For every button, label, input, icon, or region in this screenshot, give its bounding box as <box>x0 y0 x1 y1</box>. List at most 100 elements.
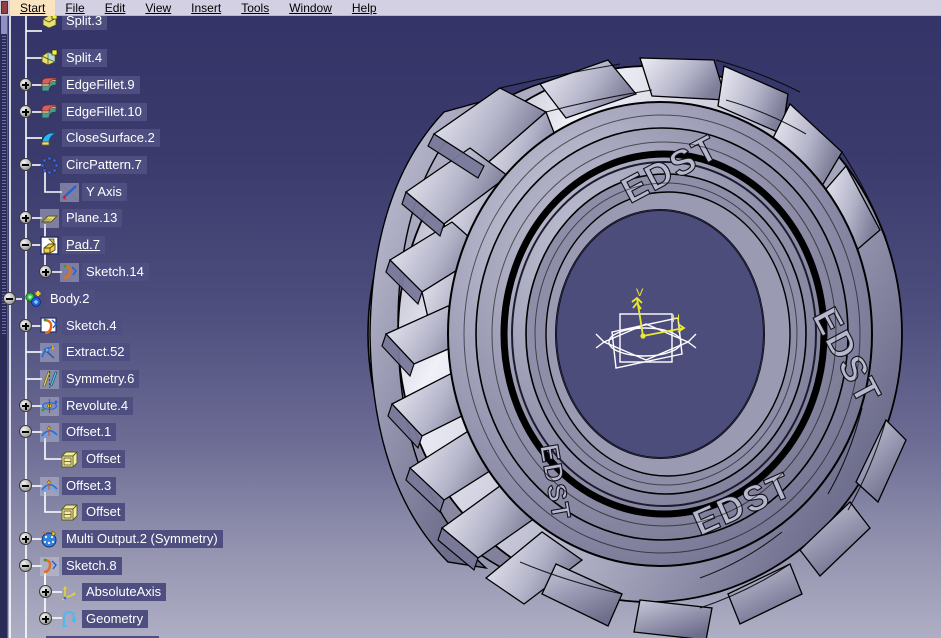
tree-node-pad-7[interactable]: Pad.7 <box>40 234 105 256</box>
tree-node-sketch-14[interactable]: Sketch.14 <box>60 261 149 283</box>
menu-item-window[interactable]: Window <box>279 0 342 16</box>
pad-icon <box>40 235 59 255</box>
tree-node-label: Y Axis <box>82 183 127 201</box>
menu-item-start[interactable]: Start <box>10 0 56 16</box>
offsetbox-icon <box>60 450 79 469</box>
tree-node-geometrical-set-2[interactable]: Geometrical Set.2 <box>24 634 160 638</box>
tree-node-multi-output-2[interactable]: Multi Output.2 (Symmetry) <box>40 528 223 550</box>
tree-toggle-edgefillet-9[interactable] <box>19 78 32 91</box>
tree-node-label: Geometry <box>82 610 149 628</box>
offset-icon <box>40 476 59 496</box>
tree-toggle-sketch-4[interactable] <box>19 319 32 332</box>
tree-node-label: Body.2 <box>46 290 95 308</box>
offsetbox-icon <box>60 503 79 522</box>
circpattern-icon <box>40 156 59 175</box>
split-icon <box>40 49 59 68</box>
menu-item-insert-label: Insert <box>191 0 222 15</box>
tree-node-label: Offset.1 <box>62 423 117 441</box>
tree-toggle-body-2[interactable] <box>3 292 16 305</box>
tree-node-label: Symmetry.6 <box>62 370 140 388</box>
tree-node-offset-1[interactable]: Offset.1 <box>40 421 117 443</box>
tree-node-label: Offset.3 <box>62 477 117 495</box>
tree-toggle-offset-3[interactable] <box>19 479 32 492</box>
tree-node-y-axis[interactable]: Y Axis <box>60 181 127 203</box>
tree-node-label: Offset <box>82 503 126 521</box>
tree-toggle-circpattern-7[interactable] <box>19 158 32 171</box>
tree-node-label: CloseSurface.2 <box>62 129 160 147</box>
tree-node-label: AbsoluteAxis <box>82 583 167 601</box>
sketch-icon <box>40 556 59 576</box>
closesurface-icon <box>40 129 59 148</box>
menu-item-help[interactable]: Help <box>342 0 387 16</box>
tree-node-symmetry-6[interactable]: Symmetry.6 <box>40 368 140 390</box>
menu-item-edit-label: Edit <box>104 0 126 15</box>
tree-node-edgefillet-9[interactable]: EdgeFillet.9 <box>40 74 140 96</box>
menu-item-edit[interactable]: Edit <box>95 0 136 16</box>
tree-node-edgefillet-10[interactable]: EdgeFillet.10 <box>40 101 147 123</box>
menu-item-view-label: View <box>145 0 172 15</box>
edgefillet-icon <box>40 76 59 95</box>
tree-toggle-pad-7[interactable] <box>19 238 32 251</box>
body-icon <box>24 290 43 309</box>
tree-node-split-4[interactable]: Split.4 <box>40 47 108 69</box>
tree-node-geometry[interactable]: Geometry <box>60 608 149 630</box>
tree-node-sketch-8[interactable]: Sketch.8 <box>40 555 122 577</box>
tree-node-label: Sketch.8 <box>62 557 122 575</box>
tree-toggle-revolute-4[interactable] <box>19 399 32 412</box>
menu-item-file[interactable]: File <box>55 0 94 16</box>
menu-item-insert[interactable]: Insert <box>181 0 231 16</box>
tree-node-closesurface-2[interactable]: CloseSurface.2 <box>40 127 160 149</box>
tree-node-label: Revolute.4 <box>62 397 134 415</box>
sketch-icon <box>60 262 79 282</box>
tree-node-plane-13[interactable]: Plane.13 <box>40 207 123 229</box>
tree-node-label: Extract.52 <box>62 343 130 361</box>
h-axis-label: H <box>672 313 680 325</box>
tree-node-circpattern-7[interactable]: CircPattern.7 <box>40 154 147 176</box>
absoluteaxis-icon <box>60 583 79 602</box>
tree-node-absoluteaxis[interactable]: AbsoluteAxis <box>60 581 167 603</box>
tree-node-label: EdgeFillet.9 <box>62 76 140 94</box>
sketch-solid-icon <box>40 316 59 336</box>
menu-item-tools-label: Tools <box>241 0 270 15</box>
tree-node-label: Split.4 <box>62 49 108 67</box>
tree-node-offset-3[interactable]: Offset.3 <box>40 475 117 497</box>
tree-toggle-geometry[interactable] <box>39 612 52 625</box>
menu-item-tools[interactable]: Tools <box>231 0 279 16</box>
tree-node-body-2[interactable]: Body.2 <box>24 288 95 310</box>
system-menu-icon[interactable] <box>1 1 8 14</box>
tree-node-label: CircPattern.7 <box>62 156 147 174</box>
tree-toggle-plane-13[interactable] <box>19 211 32 224</box>
menu-item-start-label: Start <box>20 0 46 15</box>
axis-origin-point <box>640 333 646 339</box>
tree-node-label: Multi Output.2 (Symmetry) <box>62 530 223 548</box>
tree-node-label: EdgeFillet.10 <box>62 103 147 121</box>
menu-item-view[interactable]: View <box>135 0 181 16</box>
axis-icon <box>60 182 79 202</box>
tree-toggle-sketch-14[interactable] <box>39 265 52 278</box>
tree-node-label: Plane.13 <box>62 209 123 227</box>
offset-icon <box>40 422 59 442</box>
tree-node-offset-child-2[interactable]: Offset <box>60 501 126 523</box>
tree-node-revolute-4[interactable]: Revolute.4 <box>40 395 134 417</box>
tree-node-label: Pad.7 <box>62 236 105 254</box>
menu-item-help-label: Help <box>351 0 377 15</box>
tree-toggle-sketch-8[interactable] <box>19 559 32 572</box>
revolute-icon <box>40 396 59 416</box>
tree-node-offset-child-1[interactable]: Offset <box>60 448 126 470</box>
tree-toggle-edgefillet-10[interactable] <box>19 105 32 118</box>
tree-toggle-offset-1[interactable] <box>19 425 32 438</box>
tree-node-label: Sketch.4 <box>62 317 122 335</box>
tree-node-extract-52[interactable]: Extract.52 <box>40 341 130 363</box>
plane-icon <box>40 208 59 228</box>
specification-tree-panel[interactable]: Split.3 Split.4 EdgeFillet.9 EdgeFillet.… <box>0 12 268 638</box>
menu-item-file-label: File <box>65 0 85 15</box>
symmetry-icon <box>40 369 59 389</box>
tree-node-list: Split.3 Split.4 EdgeFillet.9 EdgeFillet.… <box>0 12 268 638</box>
tree-node-sketch-4[interactable]: Sketch.4 <box>40 315 122 337</box>
tree-node-label: Offset <box>82 450 126 468</box>
extract-icon <box>40 342 59 362</box>
menu-bar: Start File Edit View Insert Tools Window… <box>0 0 941 16</box>
tree-toggle-absoluteaxis[interactable] <box>39 585 52 598</box>
tree-toggle-multi-output-2[interactable] <box>19 532 32 545</box>
edgefillet-icon <box>40 103 59 122</box>
